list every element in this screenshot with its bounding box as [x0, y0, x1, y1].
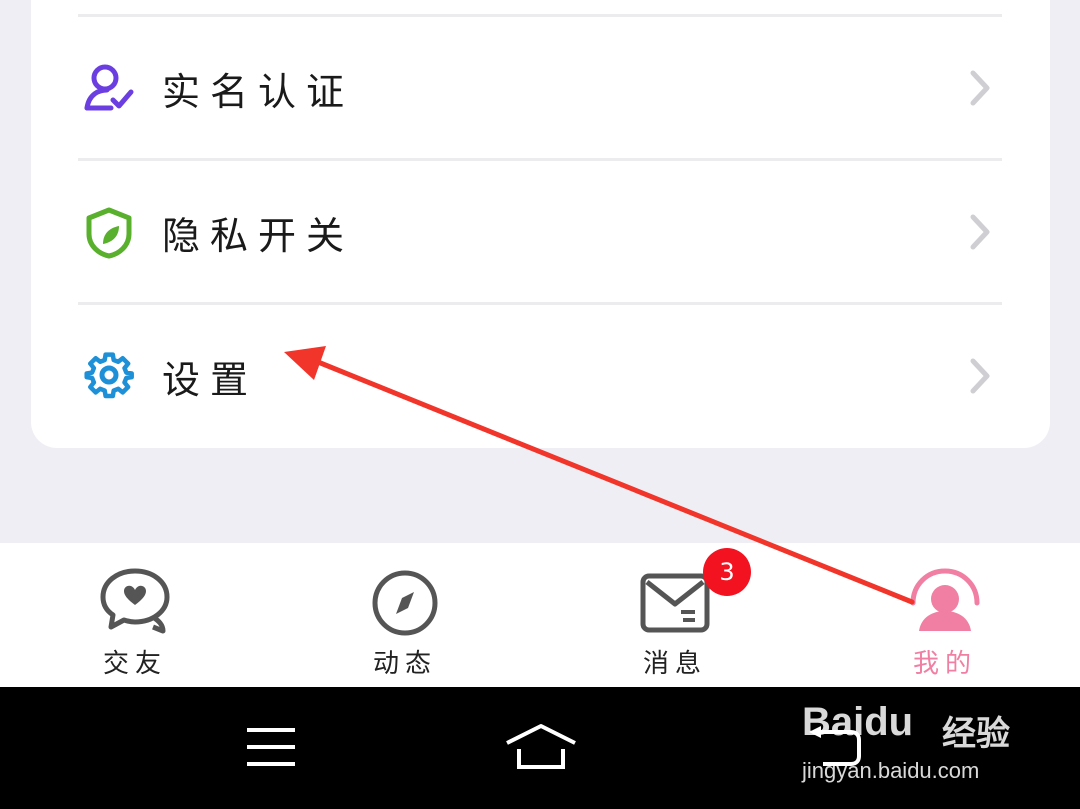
tab-messages[interactable]: 3 消息 — [595, 543, 755, 687]
tab-moments[interactable]: 动态 — [325, 543, 485, 687]
bottom-tab-bar: 交友 动态 3 消息 我的 — [0, 543, 1080, 687]
home-icon[interactable] — [496, 717, 586, 777]
tab-label: 动态 — [372, 649, 437, 679]
shield-icon — [78, 201, 140, 263]
chevron-right-icon — [966, 212, 996, 252]
menu-icon[interactable] — [226, 717, 316, 777]
verified-user-icon — [78, 57, 140, 119]
unread-badge: 3 — [703, 548, 751, 596]
watermark: Baidu 经验 jingyan.baidu.com — [802, 690, 1022, 800]
tab-label: 交友 — [102, 649, 167, 679]
chevron-right-icon — [966, 68, 996, 108]
gear-icon — [78, 345, 140, 407]
profile-icon — [907, 565, 983, 641]
chevron-right-icon — [966, 356, 996, 396]
chat-heart-icon — [97, 565, 173, 641]
tab-me[interactable]: 我的 — [865, 543, 1025, 687]
watermark-brand: Baidu — [802, 700, 914, 744]
mail-icon — [637, 565, 713, 641]
divider — [78, 14, 1002, 17]
tab-label: 消息 — [642, 649, 707, 679]
settings-item-label: 设置 — [162, 357, 259, 402]
settings-item-label: 隐私开关 — [162, 213, 355, 258]
tab-label: 我的 — [912, 649, 977, 679]
watermark-brand-cn: 经验 — [942, 714, 1010, 754]
settings-item-settings[interactable]: 设置 — [78, 306, 1002, 446]
divider — [78, 302, 1002, 305]
settings-item-real-name-verification[interactable]: 实名认证 — [78, 18, 1002, 158]
settings-item-privacy-switch[interactable]: 隐私开关 — [78, 162, 1002, 302]
settings-item-label: 实名认证 — [162, 69, 355, 114]
watermark-url: jingyan.baidu.com — [802, 758, 980, 783]
tab-make-friends[interactable]: 交友 — [55, 543, 215, 687]
compass-icon — [367, 565, 443, 641]
divider — [78, 158, 1002, 161]
